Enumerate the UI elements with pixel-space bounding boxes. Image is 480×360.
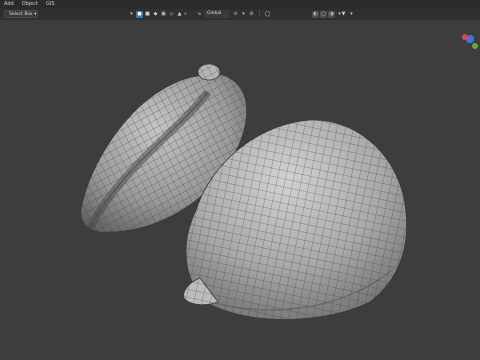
viewport-canvas[interactable]	[0, 20, 480, 360]
gizmo-y-axis[interactable]	[472, 43, 478, 49]
menu-object[interactable]: Object	[18, 0, 42, 9]
chevron-down-icon[interactable]: ▾	[348, 11, 355, 18]
funnel-filter-icon[interactable]: ▼	[340, 11, 347, 18]
orientation-icon: ↳	[197, 11, 202, 17]
filter-toggle-icon[interactable]: ▾	[128, 11, 135, 18]
proportional-editing-icon[interactable]: ◯	[264, 11, 271, 18]
chevron-down-icon[interactable]: ▾	[240, 11, 247, 18]
gizmo-x-axis[interactable]	[462, 34, 468, 40]
filter-group: ▼ ▾	[340, 10, 356, 18]
header-toolbar: Select Box ▾ ▾ ● ■ ◆ ▣ ◇ ▲ ⌕ ↳ Global ⊙ …	[0, 9, 480, 20]
transform-orientation-dropdown[interactable]: Global	[204, 10, 230, 18]
top-menubar: Add Object GIS	[0, 0, 480, 9]
chevron-down-icon: ▾	[34, 12, 37, 17]
snap-icon[interactable]: ⊘	[248, 11, 255, 18]
overlay-icon[interactable]: ◐	[312, 10, 319, 18]
empty-filter-icon[interactable]: ▣	[160, 11, 167, 18]
3d-viewport[interactable]	[0, 20, 480, 360]
pivot-point-icon[interactable]: ⊙	[232, 11, 239, 18]
pivot-snap-group: ⊙ ▾ ⊘ ⋮ ◯	[232, 10, 272, 18]
select-mode-dropdown[interactable]: Select Box ▾	[4, 10, 38, 18]
snap-target-icon[interactable]: ⋮	[256, 11, 263, 18]
visibility-filter-group: ▾ ● ■ ◆ ▣ ◇ ▲	[128, 10, 184, 18]
curve-filter-icon[interactable]: ◇	[168, 11, 175, 18]
select-mode-label: Select Box	[9, 12, 33, 17]
xray-icon[interactable]: ▢	[320, 10, 327, 18]
viewport-shading-icon[interactable]: ◑	[328, 10, 335, 18]
menu-gis[interactable]: GIS	[42, 0, 59, 9]
transform-orientation-label: Global	[207, 11, 222, 16]
light-filter-icon[interactable]: ◆	[152, 11, 159, 18]
orientation-group: ↳	[196, 10, 204, 18]
search-icon[interactable]: ⌕	[182, 11, 189, 18]
camera-filter-icon[interactable]: ■	[144, 11, 151, 18]
menu-add[interactable]: Add	[0, 0, 18, 9]
search-group: ⌕	[182, 10, 190, 18]
mesh-filter-icon[interactable]: ●	[136, 10, 143, 18]
